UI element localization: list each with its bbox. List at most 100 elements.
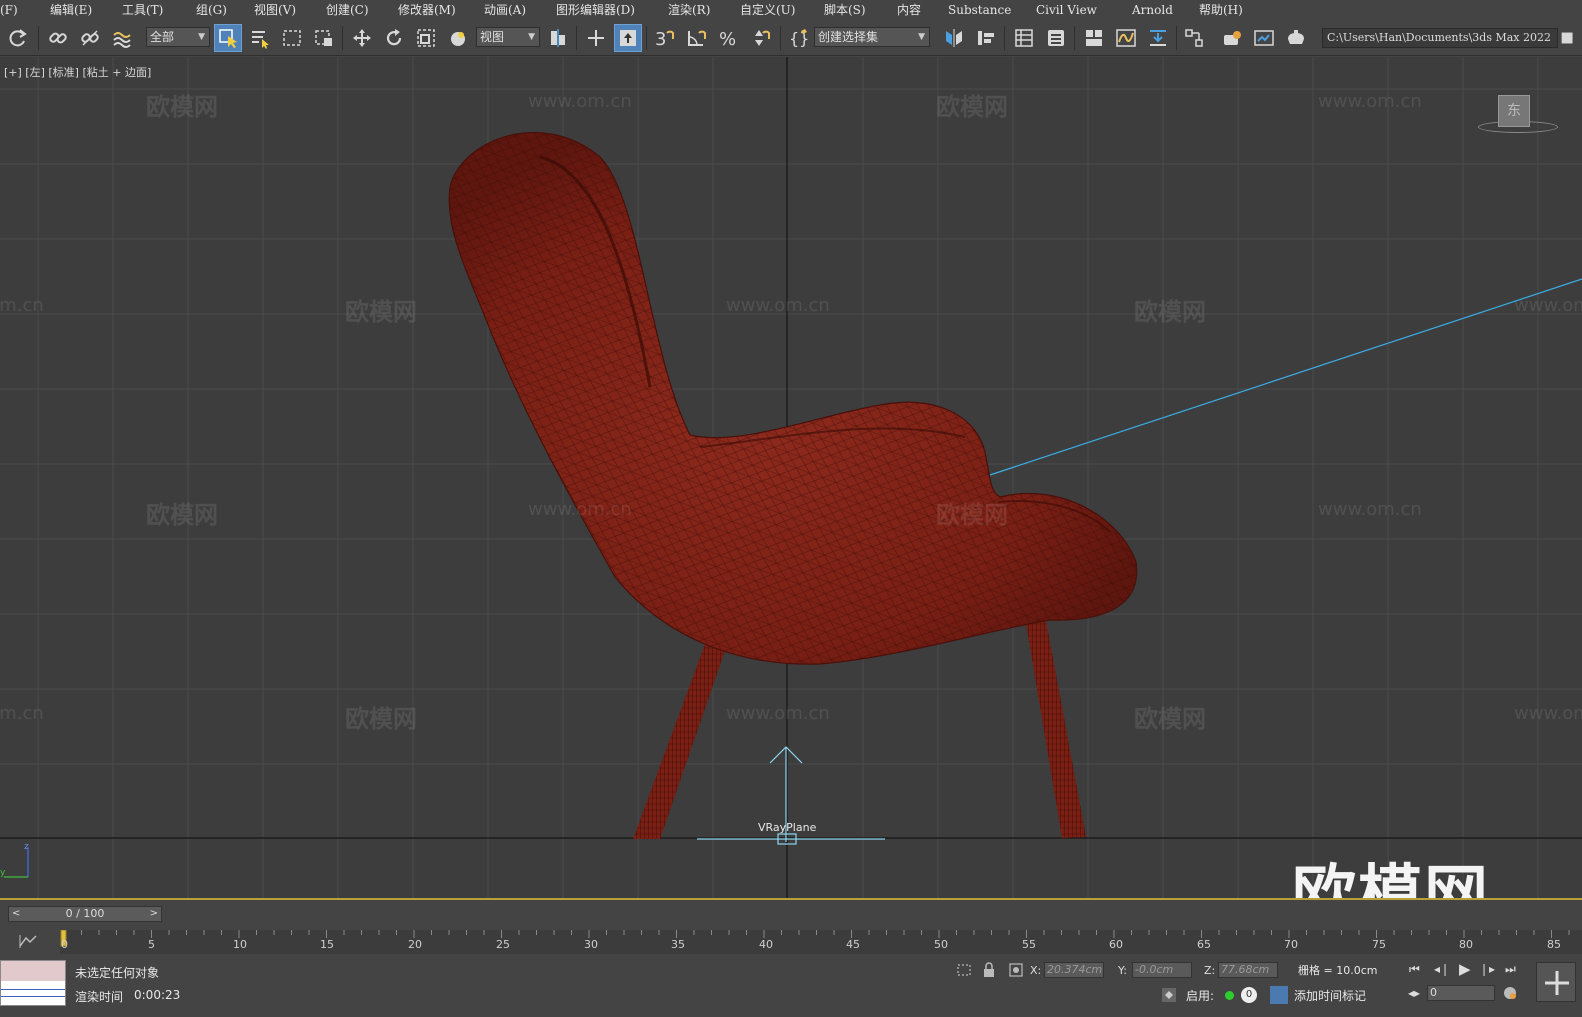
chevron-left-icon[interactable]: < [12, 907, 20, 921]
bind-space-warp-icon[interactable] [108, 24, 136, 52]
menu-edit[interactable]: 编辑(E) [50, 0, 92, 20]
menu-bar: (F) 编辑(E) 工具(T) 组(G) 视图(V) 创建(C) 修改器(M) … [0, 0, 1582, 20]
menu-tools[interactable]: 工具(T) [122, 0, 163, 20]
spinner-snap-icon[interactable] [746, 24, 774, 52]
light-target-line [989, 278, 1582, 476]
menu-help[interactable]: 帮助(H) [1199, 0, 1243, 20]
viewport-navigation-icon[interactable] [1536, 962, 1576, 1002]
select-object-icon[interactable] [214, 24, 242, 52]
layer-explorer-icon[interactable] [1042, 24, 1070, 52]
maxscript-listener-swatch[interactable] [0, 960, 66, 1006]
time-tag-icon[interactable] [1270, 986, 1288, 1004]
angle-snap-icon[interactable] [682, 24, 710, 52]
menu-animation[interactable]: 动画(A) [484, 0, 526, 20]
project-folder-icon[interactable] [1558, 24, 1578, 52]
place-icon[interactable] [444, 24, 472, 52]
current-frame-field[interactable]: 0 [1427, 985, 1495, 1001]
align-icon[interactable] [972, 24, 1000, 52]
play-icon[interactable]: ▶ [1459, 960, 1471, 978]
keyboard-shortcut-override-icon[interactable] [614, 24, 642, 52]
chevron-right-icon[interactable]: > [150, 907, 158, 921]
rectangular-selection-icon[interactable] [278, 24, 306, 52]
tick-label: 45 [846, 938, 860, 951]
menu-file[interactable]: (F) [0, 0, 18, 20]
percent-snap-icon[interactable]: % [714, 24, 742, 52]
add-time-tag[interactable]: 添加时间标记 [1294, 987, 1366, 1004]
left-viewport[interactable]: z y [+] [左] [标准] [粘土 + 边面] 欧模网 www.om.cn… [0, 57, 1582, 900]
curve-editor-icon[interactable] [1112, 24, 1140, 52]
edit-named-selection-icon[interactable]: {} [784, 24, 812, 52]
menu-rendering[interactable]: 渲染(R) [668, 0, 710, 20]
x-label: X: [1030, 964, 1042, 977]
previous-frame-icon[interactable]: ◂❘ [1434, 962, 1450, 976]
schematic-view-icon[interactable] [1144, 24, 1172, 52]
mirror-icon[interactable] [940, 24, 968, 52]
watermark: www.om.cn [0, 703, 44, 724]
render-setup-icon[interactable] [1218, 24, 1246, 52]
select-manipulate-icon[interactable] [582, 24, 610, 52]
time-configuration-icon[interactable] [1502, 985, 1518, 1001]
chair-body [448, 131, 1138, 665]
toggle-ribbon-icon[interactable] [1080, 24, 1108, 52]
viewport-label[interactable]: [+] [左] [标准] [粘土 + 边面] [4, 64, 151, 80]
rotate-icon[interactable] [380, 24, 408, 52]
chevron-down-icon: ▼ [198, 32, 205, 42]
y-coordinate-field[interactable]: -0.0cm [1132, 962, 1192, 978]
go-to-start-icon[interactable]: ⏮ [1409, 962, 1420, 977]
rendered-frame-window-icon[interactable] [1250, 24, 1278, 52]
material-editor-icon[interactable] [1180, 24, 1208, 52]
site-logo: 欧模网 [1292, 859, 1490, 900]
menu-civil-view[interactable]: Civil View [1036, 0, 1097, 20]
svg-text:3: 3 [655, 29, 666, 49]
watermark: www.om.cn [1318, 499, 1422, 520]
named-selection-set-value: 创建选择集 [818, 30, 879, 44]
next-frame-icon[interactable]: ❘▸ [1479, 962, 1495, 976]
track-ruler[interactable] [60, 930, 1582, 954]
render-production-icon[interactable] [1282, 24, 1310, 52]
track-bar[interactable]: 0 5 10 15 20 25 30 35 40 45 50 55 60 65 … [0, 926, 1582, 956]
selection-filter-dropdown[interactable]: 全部 ▼ [146, 27, 210, 47]
main-toolbar: 全部 ▼ 视图 ▼ 3 % {} 创建选择集 ▼ C:\Users\Han\Do… [0, 20, 1582, 56]
scale-icon[interactable] [412, 24, 440, 52]
isolate-selection-icon[interactable] [955, 962, 973, 978]
lock-icon[interactable] [982, 962, 996, 978]
key-mode-icon[interactable]: ◂▸ [1408, 986, 1420, 1000]
tick-label: 80 [1459, 938, 1473, 951]
move-icon[interactable] [348, 24, 376, 52]
viewcube[interactable]: 东 [1498, 95, 1530, 127]
scene-explorer-icon[interactable] [1010, 24, 1038, 52]
x-coordinate-field[interactable]: 20.374cm [1044, 962, 1104, 978]
menu-group[interactable]: 组(G) [196, 0, 227, 20]
absolute-mode-icon[interactable] [1008, 962, 1024, 978]
watermark: 欧模网 [936, 501, 1008, 529]
menu-create[interactable]: 创建(C) [326, 0, 369, 20]
menu-graph-editors[interactable]: 图形编辑器(D) [556, 0, 635, 20]
pivot-center-icon[interactable] [544, 24, 572, 52]
menu-content[interactable]: 内容 [897, 0, 921, 20]
menu-arnold[interactable]: Arnold [1132, 0, 1173, 20]
menu-scripting[interactable]: 脚本(S) [824, 0, 866, 20]
reference-coordinate-dropdown[interactable]: 视图 ▼ [476, 27, 540, 47]
menu-substance[interactable]: Substance [948, 0, 1011, 20]
z-coordinate-field[interactable]: 77.68cm [1218, 962, 1278, 978]
adaptive-degradation-icon[interactable] [1160, 986, 1178, 1004]
time-slider[interactable]: < 0 / 100 > [8, 906, 162, 922]
watermark: www.om.cn [1318, 91, 1422, 112]
watermark: 欧模网 [146, 93, 218, 121]
menu-customize[interactable]: 自定义(U) [740, 0, 795, 20]
axis-tripod-icon: z y [0, 842, 29, 878]
project-path-field[interactable]: C:\Users\Han\Documents\3ds Max 2022 [1322, 28, 1558, 48]
tick-label: 65 [1197, 938, 1211, 951]
window-crossing-icon[interactable] [310, 24, 338, 52]
menu-views[interactable]: 视图(V) [254, 0, 296, 20]
tick-label: 20 [408, 938, 422, 951]
curve-editor-mini-icon[interactable] [16, 932, 46, 950]
menu-modifiers[interactable]: 修改器(M) [398, 0, 456, 20]
snaps-toggle-icon[interactable]: 3 [650, 24, 678, 52]
go-to-end-icon[interactable]: ⏭ [1505, 962, 1516, 977]
link-icon[interactable] [44, 24, 72, 52]
unlink-icon[interactable] [76, 24, 104, 52]
named-selection-set-dropdown[interactable]: 创建选择集 ▼ [814, 27, 930, 47]
select-by-name-icon[interactable] [246, 24, 274, 52]
redo-icon[interactable] [4, 24, 32, 52]
